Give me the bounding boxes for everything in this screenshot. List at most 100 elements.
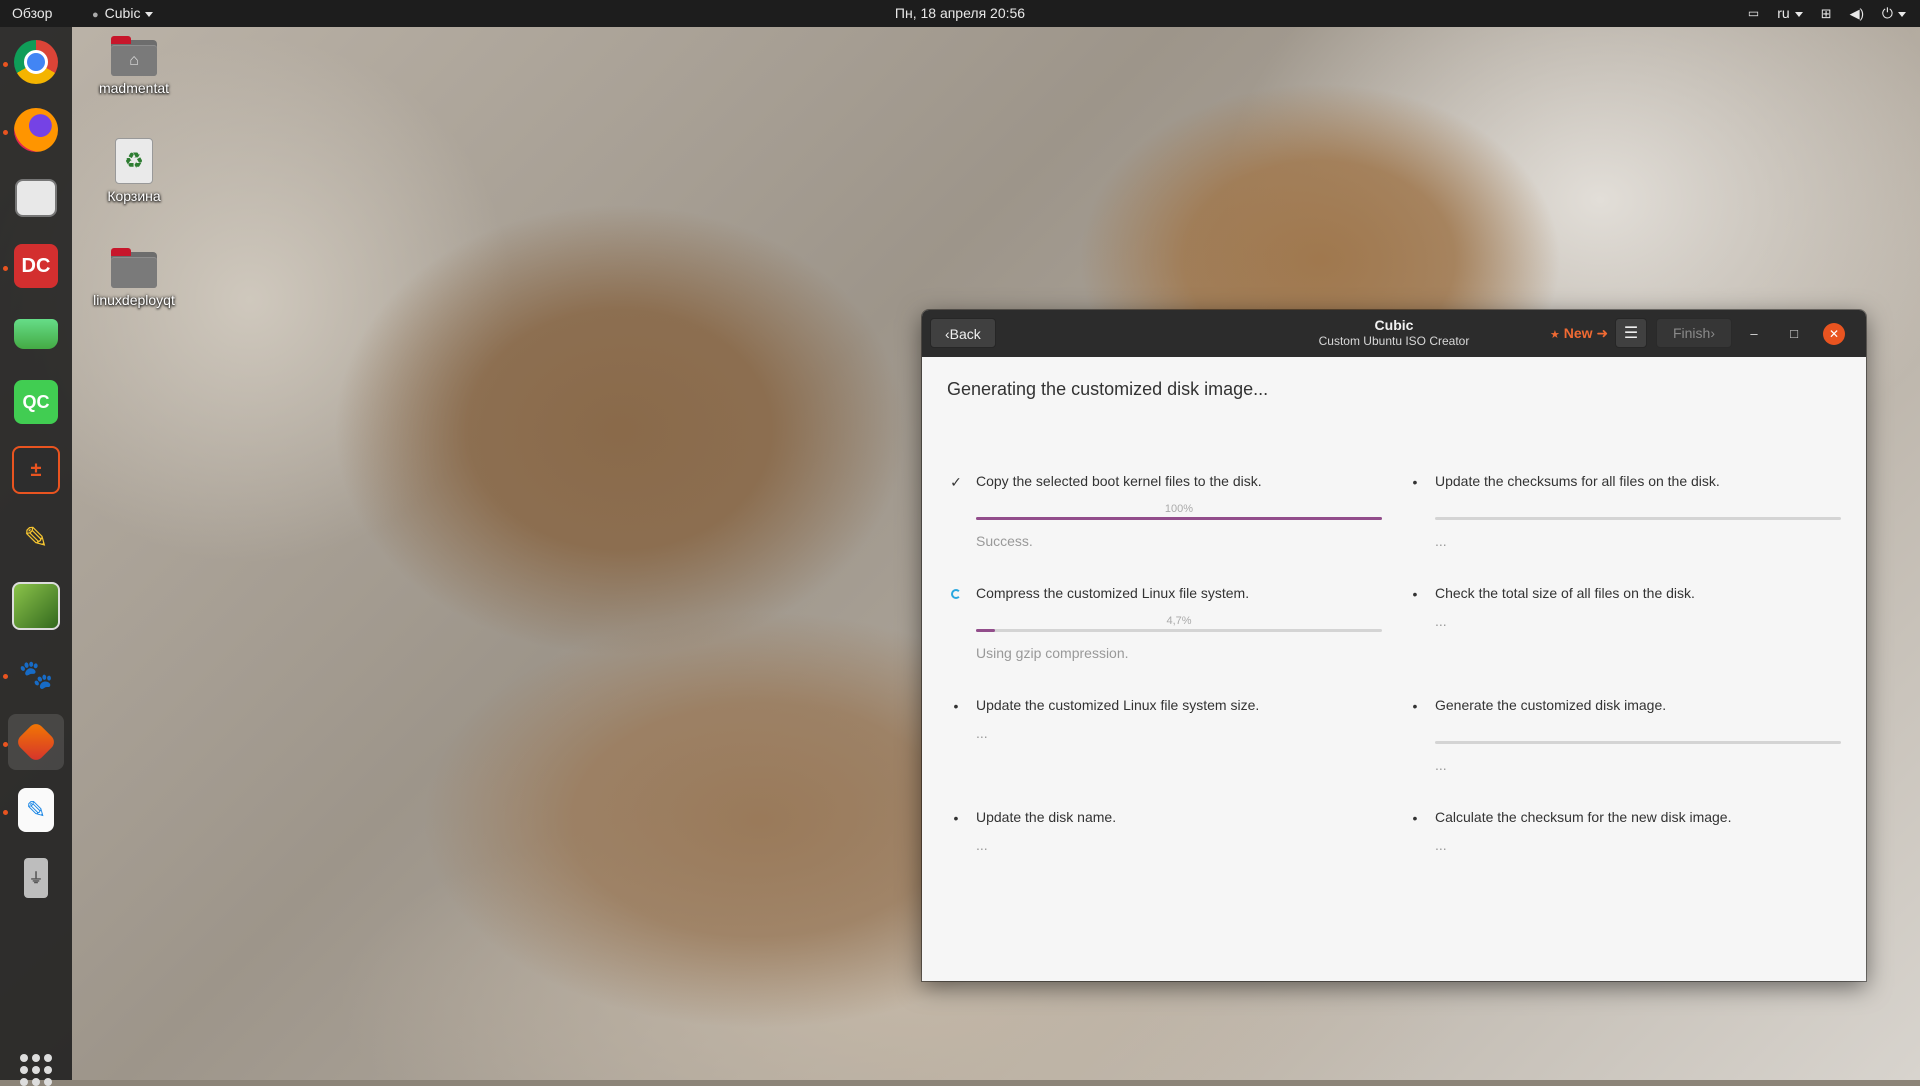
dock-item-doublecmd[interactable]: DC [8,238,64,294]
desktop-icon-label: linuxdeployqt [93,292,175,308]
gimp-icon: 🐾 [18,658,54,690]
header-bar: ‹Back Cubic Custom Ubuntu ISO Creator ★ … [922,310,1866,357]
dock-item-chrome[interactable] [8,34,64,90]
cubic-icon [14,720,58,764]
maximize-button[interactable]: □ [1783,323,1805,345]
spinner-icon [948,586,964,602]
dock-item-gimp[interactable]: 🐾 [8,646,64,702]
clock[interactable]: Пн, 18 апреля 20:56 [895,5,1025,21]
dock-item-cubic[interactable] [8,714,64,770]
hamburger-menu-button[interactable]: ☰ [1615,318,1647,348]
step-label: Update the checksums for all files on th… [1435,473,1720,489]
bullet-icon: • [1412,698,1418,714]
step-status: ... [1435,837,1447,853]
clock-area: Пн, 18 апреля 20:56 [0,0,1920,27]
bullet-icon: • [1412,474,1418,490]
window-content: Generating the customized disk image... … [922,357,1866,981]
bullet-icon: • [1412,586,1418,602]
dock-item-usb-drive[interactable]: ⏚ [8,850,64,906]
desktop-icon-trash[interactable]: ♻ Корзина [79,138,189,204]
dock: DC QC ± ✎ 🐾 ✎ ⏚ [0,27,72,1086]
desktop-icon-label: Корзина [107,188,161,204]
new-button-label: New [1563,325,1593,341]
step-status: Success. [976,533,1033,549]
dock-item-disk-usage[interactable] [8,306,64,362]
minimize-icon: – [1750,326,1758,341]
double-commander-icon: DC [14,244,58,288]
bullet-icon: • [953,698,959,714]
page-heading: Generating the customized disk image... [947,379,1269,399]
image-viewer-icon [12,582,60,630]
cubic-app-icon: ● [92,9,99,21]
finish-button[interactable]: Finish› [1656,318,1732,348]
chrome-icon [14,40,58,84]
language-label: ru [1777,5,1790,21]
power-icon[interactable]: ⏻ [1882,0,1906,27]
close-button[interactable]: ✕ [1823,323,1845,345]
finish-chevron-icon: › [1710,325,1716,341]
progress-bar [976,629,1382,632]
activities-button[interactable]: Обзор [12,0,52,27]
top-bar: Обзор ● Cubic Пн, 18 апреля 20:56 ▭ ru ⊞ … [0,0,1920,27]
pen-icon: ✎ [23,521,49,555]
step-status: ... [976,725,988,741]
volume-icon[interactable]: ◀) [1850,0,1864,27]
progress-bar [976,517,1382,520]
home-folder-icon: ⌂ [111,36,157,76]
screen-icon[interactable]: ▭ [1748,0,1759,27]
trash-icon: ♻ [115,138,153,184]
step-label: Update the disk name. [976,809,1117,825]
cubic-window: ‹Back Cubic Custom Ubuntu ISO Creator ★ … [922,310,1866,981]
step-label: Generate the customized disk image. [1435,697,1667,713]
dock-item-text-editor[interactable]: ✎ [8,782,64,838]
step-label: Update the customized Linux file system … [976,697,1260,713]
step-status: Using gzip compression. [976,645,1129,661]
progress-fill [976,517,1382,520]
progress-bar [1435,517,1841,520]
desktop-icon-home[interactable]: ⌂ madmentat [79,36,189,96]
dock-item-qt-creator[interactable]: QC [8,374,64,430]
step-status: ... [1435,613,1447,629]
progress-text: 100% [1164,503,1194,515]
text-editor-icon: ✎ [18,788,54,832]
back-button-label: Back [949,326,981,342]
step-label: Calculate the checksum for the new disk … [1435,809,1732,825]
new-button[interactable]: ★ New ➜ [1546,318,1612,348]
back-button[interactable]: ‹Back [930,318,996,348]
folder-icon [111,248,157,288]
progress-bar [1435,741,1841,744]
chevron-down-icon [1794,11,1803,17]
arrow-right-icon: ➜ [1596,325,1609,341]
chevron-down-icon [1898,11,1906,17]
hamburger-icon: ☰ [1623,325,1639,342]
bullet-icon: • [953,810,959,826]
network-icon[interactable]: ⊞ [1821,0,1832,27]
step-label: Check the total size of all files on the… [1435,585,1695,601]
usb-drive-icon: ⏚ [24,858,48,898]
calculator-icon: ± [12,446,60,494]
dock-item-plus-minus-app[interactable]: ± [8,442,64,498]
language-selector[interactable]: ru [1777,0,1803,27]
step-label: Compress the customized Linux file syste… [976,585,1250,601]
dock-item-files[interactable] [8,170,64,226]
dock-item-firefox[interactable] [8,102,64,158]
dock-item-image-app[interactable] [8,578,64,634]
step-label: Copy the selected boot kernel files to t… [976,473,1262,489]
progress-text: 4,7% [1166,615,1192,627]
disk-usage-icon [14,319,58,349]
desktop-icon-linuxdeployqt[interactable]: linuxdeployqt [79,248,189,308]
system-tray: ▭ ru ⊞ ◀) ⏻ [1748,0,1906,27]
minimize-button[interactable]: – [1743,323,1765,345]
desktop-icon-label: madmentat [98,80,170,96]
app-menu-label: Cubic [104,5,141,21]
show-applications-button[interactable] [20,1054,52,1086]
star-icon: ★ [1550,329,1560,341]
step-status: ... [976,837,988,853]
progress-fill [976,629,996,632]
firefox-icon [14,108,58,152]
dock-item-pen-editor[interactable]: ✎ [8,510,64,566]
app-menu[interactable]: ● Cubic [92,0,154,27]
checkmark-icon: ✓ [950,474,962,490]
bullet-icon: • [1412,810,1418,826]
files-icon [15,179,57,217]
